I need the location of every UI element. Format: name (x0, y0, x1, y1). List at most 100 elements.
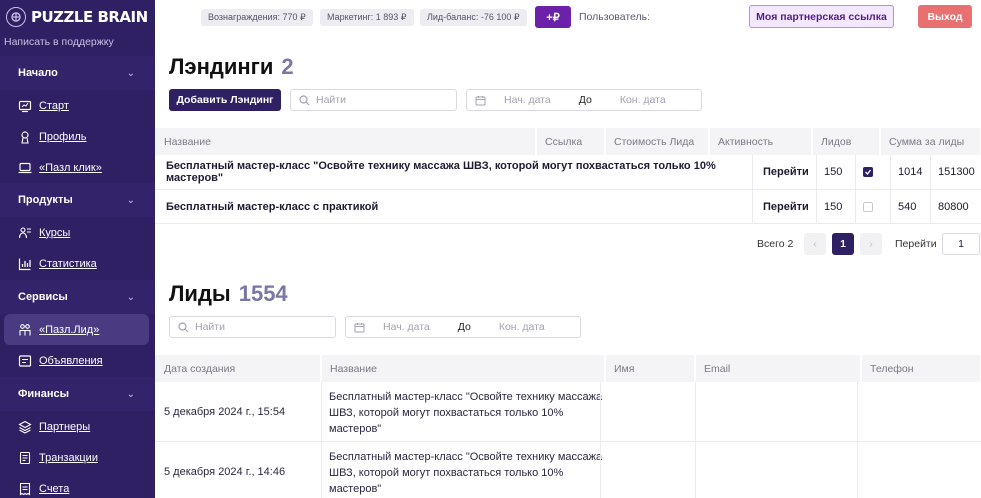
chevron-down-icon: ⌄ (126, 194, 135, 206)
brand-logo[interactable]: PUZZLE BRAIN (6, 6, 148, 28)
col-first-name[interactable]: Имя (605, 355, 695, 382)
document-icon (19, 451, 31, 464)
sidebar-item-puzzle-click[interactable]: «Пазл клик» (0, 152, 155, 183)
sidebar-item-label: «Пазл клик» (39, 161, 102, 174)
search-icon (178, 321, 189, 332)
col-divider (930, 155, 931, 223)
start-icon (18, 100, 32, 112)
lead-title-line: мастеров" (329, 423, 382, 435)
active-checkbox[interactable] (863, 167, 873, 177)
next-page-button[interactable]: › (860, 233, 882, 255)
sidebar-item-start[interactable]: Старт (0, 90, 155, 121)
page-number-button[interactable]: 1 (832, 233, 854, 255)
puzzle-brain-logo-icon (6, 7, 26, 27)
courses-icon (18, 226, 31, 238)
col-activity[interactable]: Активность (709, 128, 812, 155)
active-checkbox[interactable] (863, 201, 873, 212)
col-sum[interactable]: Сумма за лиды (880, 128, 981, 155)
sidebar-item-profile[interactable]: Профиль (0, 121, 155, 152)
sidebar-item-ads[interactable]: Объявления (0, 345, 155, 376)
col-divider (857, 382, 858, 498)
sidebar-item-label: Счета (39, 482, 70, 495)
landing-activity[interactable] (855, 190, 891, 223)
landing-link[interactable]: Перейти (755, 190, 815, 223)
group-title: Начало (18, 67, 58, 79)
bar-chart-icon (18, 258, 31, 270)
table-row[interactable]: Бесплатный мастер-класс "Освойте технику… (155, 155, 981, 189)
table-row[interactable]: Бесплатный мастер-класс с практикой Пере… (155, 190, 981, 223)
sidebar-item-courses[interactable]: Курсы (0, 217, 155, 248)
people-icon (19, 323, 31, 335)
ads-icon (18, 354, 32, 367)
landing-link[interactable]: Перейти (755, 155, 815, 189)
section-title: Лиды (169, 281, 231, 306)
group-header-products[interactable]: Продукты ⌄ (0, 183, 155, 217)
date-to[interactable]: Кон. дата (620, 94, 666, 106)
landings-search[interactable] (290, 89, 457, 111)
sidebar-item-puzzle-lead[interactable]: «Пазл.Лид» (4, 314, 149, 345)
lead-date: 5 декабря 2024 г., 15:54 (164, 405, 286, 418)
col-link[interactable]: Ссылка (536, 128, 605, 155)
col-divider (321, 382, 322, 498)
col-name[interactable]: Название (156, 128, 536, 155)
col-phone[interactable]: Телефон (861, 355, 981, 382)
group-header-finance[interactable]: Финансы ⌄ (0, 377, 155, 411)
leads-search[interactable] (169, 316, 336, 338)
profile-icon (21, 130, 29, 144)
sidebar-item-label: Объявления (39, 354, 103, 367)
chevron-left-icon: ‹ (813, 238, 817, 250)
partner-link-button[interactable]: Моя партнерская ссылка (749, 5, 894, 28)
support-link[interactable]: Написать в поддержку (4, 36, 114, 48)
group-title: Финансы (18, 388, 70, 400)
landing-price: 150 (824, 200, 843, 213)
prev-page-button[interactable]: ‹ (804, 233, 826, 255)
goto-label: Перейти (895, 238, 937, 250)
lead-title-line: Бесплатный мастер-класс "Освойте технику… (329, 451, 603, 463)
group-header-start[interactable]: Начало ⌄ (0, 56, 155, 90)
invoice-icon (19, 482, 31, 496)
date-from[interactable]: Нач. дата (504, 94, 551, 106)
goto-page-input[interactable]: 1 (942, 233, 980, 255)
col-created[interactable]: Дата создания (156, 355, 321, 382)
col-divider (855, 155, 856, 223)
chevron-down-icon: ⌄ (126, 67, 135, 79)
search-icon (299, 94, 310, 105)
landing-sum: 151300 (938, 166, 975, 178)
sidebar-item-label: Партнеры (39, 420, 91, 433)
sidebar-item-label: Транзакции (39, 451, 98, 464)
sidebar-item-transactions[interactable]: Транзакции (0, 442, 155, 473)
lead-title: Бесплатный мастер-класс "Освойте технику… (329, 449, 609, 497)
sidebar-item-invoices[interactable]: Счета (0, 473, 155, 498)
top-up-button[interactable]: +₽ (535, 6, 571, 28)
add-landing-button[interactable]: Добавить Лэндинг (169, 89, 281, 111)
landing-sum: 80800 (938, 200, 969, 213)
col-divider (600, 382, 601, 498)
col-leads[interactable]: Лидов (812, 128, 880, 155)
lead-title-line: Бесплатный мастер-класс "Освойте технику… (329, 391, 603, 403)
landing-name[interactable]: Бесплатный мастер-класс "Освойте технику… (158, 155, 753, 189)
search-input[interactable] (316, 94, 436, 106)
lead-title: Бесплатный мастер-класс "Освойте технику… (329, 389, 609, 437)
date-to[interactable]: Кон. дата (499, 321, 545, 333)
nav-group-start: Начало ⌄ Старт Профиль «Пазл клик» (0, 56, 155, 183)
col-email[interactable]: Email (695, 355, 861, 382)
sidebar-item-partners[interactable]: Партнеры (0, 411, 155, 442)
landings-date-range[interactable]: Нач. дата До Кон. дата (466, 89, 702, 111)
lead-balance-badge: Лид-баланс: -76 100 ₽ (420, 9, 527, 26)
chevron-down-icon: ⌄ (126, 388, 135, 400)
col-lead-price[interactable]: Стоимость Лида (605, 128, 709, 155)
landing-name[interactable]: Бесплатный мастер-класс с практикой (158, 190, 753, 223)
sidebar-item-label: Старт (39, 99, 69, 112)
landing-activity[interactable] (855, 155, 891, 189)
leads-count: 1554 (238, 281, 288, 306)
group-header-services[interactable]: Сервисы ⌄ (0, 280, 155, 314)
nav-group-services: Сервисы ⌄ «Пазл.Лид» Объявления (0, 280, 155, 376)
logout-button[interactable]: Выход (918, 5, 972, 28)
landing-leads: 1014 (898, 166, 923, 178)
leads-date-range[interactable]: Нач. дата До Кон. дата (345, 316, 581, 338)
search-input[interactable] (195, 321, 315, 333)
col-divider (890, 155, 891, 223)
sidebar-item-statistics[interactable]: Статистика (0, 248, 155, 279)
col-title[interactable]: Название (321, 355, 605, 382)
date-from[interactable]: Нач. дата (383, 321, 430, 333)
